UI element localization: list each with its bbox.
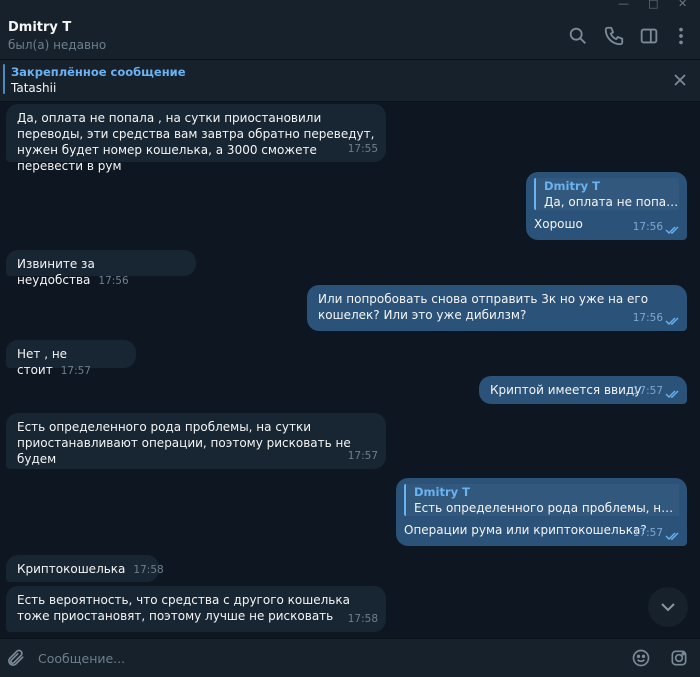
search-icon[interactable] [567, 25, 589, 47]
message-time: 17:56 [632, 312, 663, 324]
instagram-icon[interactable] [669, 648, 689, 668]
chat-status: был(а) недавно [8, 38, 107, 52]
chevron-down-icon [658, 597, 678, 617]
message-incoming[interactable]: Есть вероятность, что средства с другого… [6, 586, 386, 632]
reply-quote[interactable]: Dmitry T Да, оплата не попала ... [534, 178, 679, 210]
message-time: 17:58 [133, 564, 164, 576]
double-check-icon [665, 531, 681, 541]
scroll-to-bottom-button[interactable] [648, 587, 688, 627]
message-outgoing[interactable]: Dmitry T Есть определенного рода проблем… [396, 478, 687, 546]
minimize-icon[interactable]: — [618, 0, 629, 10]
message-outgoing[interactable]: Или попробовать снова отправить 3к но уж… [307, 285, 687, 331]
pinned-title: Закреплённое сообщение [11, 65, 186, 79]
message-text: Или попробовать снова отправить 3к но уж… [318, 292, 649, 322]
reply-text: Есть определенного рода проблемы, на сут… [414, 501, 679, 515]
message-incoming[interactable]: Есть определенного рода проблемы, на сут… [6, 413, 386, 469]
message-text: Есть вероятность, что средства с другого… [17, 593, 350, 623]
message-time: 17:56 [98, 275, 129, 287]
sidebar-toggle-icon[interactable] [638, 25, 660, 47]
message-time: 17:55 [347, 143, 378, 155]
message-text: Нет , не стоит [17, 347, 68, 377]
message-input[interactable] [38, 648, 618, 668]
message-time: 17:57 [632, 385, 663, 397]
pinned-message[interactable]: Закреплённое сообщение Tatashii [0, 60, 700, 102]
message-incoming[interactable]: Нет , не стоит 17:57 [6, 340, 136, 377]
reply-author: Dmitry T [414, 485, 470, 499]
double-check-icon [665, 316, 681, 326]
pinned-indicator [3, 64, 5, 94]
emoji-icon[interactable] [631, 648, 651, 668]
message-incoming[interactable]: Да, оплата не попала , на сутки приостан… [6, 104, 386, 173]
more-vertical-icon[interactable] [670, 25, 692, 47]
window-titlebar: — □ ✕ [0, 0, 700, 10]
chat-header[interactable]: Dmitry T был(а) недавно [0, 10, 700, 60]
reply-author: Dmitry T [544, 179, 600, 193]
message-time: 17:58 [347, 613, 378, 625]
message-time: 17:57 [347, 450, 378, 462]
pinned-text: Tatashii [11, 81, 57, 95]
message-text: Есть определенного рода проблемы, на сут… [17, 420, 351, 466]
message-text: Криптой имеется ввиду [490, 383, 642, 397]
close-icon[interactable] [672, 72, 688, 88]
message-time: 17:56 [632, 221, 663, 233]
message-outgoing[interactable]: Dmitry T Да, оплата не попала ... Хорошо… [526, 172, 687, 240]
message-text: Да, оплата не попала , на сутки приостан… [17, 111, 375, 173]
reply-quote[interactable]: Dmitry T Есть определенного рода проблем… [404, 484, 679, 516]
chat-title[interactable]: Dmitry T [8, 20, 71, 35]
double-check-icon [665, 389, 681, 399]
maximize-icon[interactable]: □ [648, 0, 658, 10]
message-incoming[interactable]: Криптокошелька 17:58 [6, 555, 164, 582]
paperclip-icon[interactable] [6, 648, 26, 668]
message-text: Криптокошелька [17, 562, 126, 576]
message-incoming[interactable]: Извините за неудобства 17:56 [6, 250, 196, 287]
close-window-icon[interactable]: ✕ [678, 0, 687, 10]
message-composer [0, 638, 700, 677]
message-outgoing[interactable]: Криптой имеется ввиду 17:57 [479, 376, 687, 404]
message-time: 17:57 [60, 365, 91, 377]
double-check-icon [665, 225, 681, 235]
reply-text: Да, оплата не попала ... [544, 195, 679, 209]
message-text: Извините за неудобства [17, 257, 95, 287]
phone-icon[interactable] [603, 25, 625, 47]
message-time: 17:57 [632, 527, 663, 539]
